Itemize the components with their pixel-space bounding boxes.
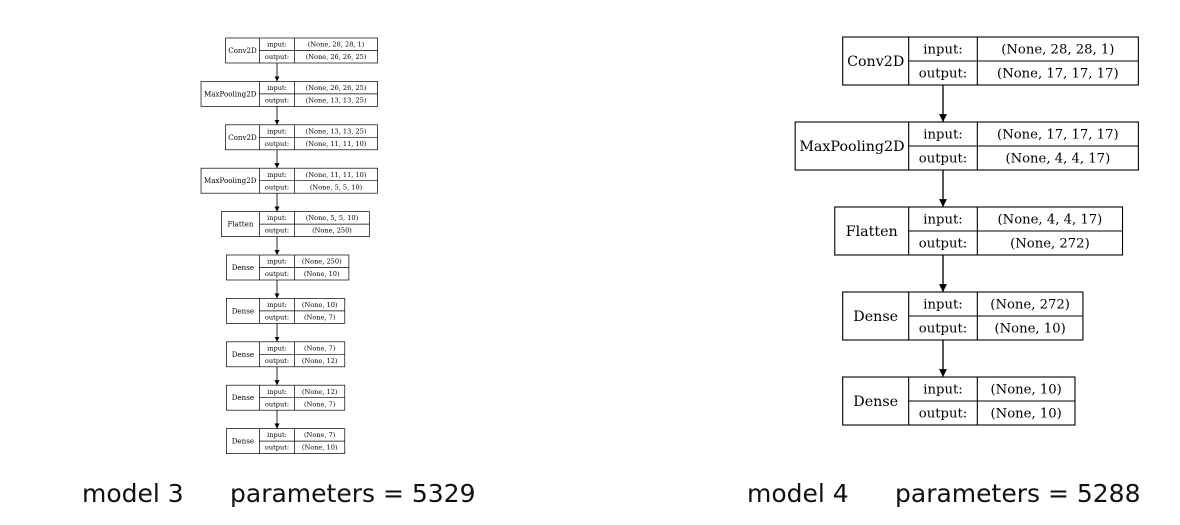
- layer-node: Dense input: output: (None, 7) (None, 12): [226, 341, 346, 368]
- input-shape-value: (None, 10): [991, 383, 1062, 398]
- layer-node: Conv2D input: output: (None, 28, 28, 1) (Non…: [842, 36, 1139, 86]
- layer-type-label: Dense: [232, 306, 254, 315]
- input-shape-value: (None, 7): [304, 431, 336, 439]
- output-shape-value: (None, 10): [991, 407, 1062, 422]
- input-shape-value: (None, 17, 17, 17): [997, 128, 1119, 143]
- layer-node: Dense input: output: (None, 10) (None, 7): [226, 298, 346, 324]
- input-port-label: input:: [923, 128, 962, 143]
- layer-node: Dense input: output: (None, 250) (None, 10): [226, 254, 350, 281]
- layer-node: Flatten input: output: (None, 4, 4, 17) (Non…: [834, 206, 1124, 256]
- output-port-label: output:: [919, 67, 967, 82]
- input-shape-value: (None, 26, 26, 25): [306, 84, 367, 92]
- output-shape-value: (None, 10): [304, 270, 340, 278]
- output-shape-value: (None, 26, 26, 25): [306, 53, 367, 61]
- layer-node: MaxPooling2D input: output: (None, 11, 11, …: [200, 167, 378, 194]
- model-3-name: model 3: [82, 479, 184, 508]
- layer-node: Dense input: output: (None, 272) (None, 10): [842, 291, 1084, 341]
- input-port-label: input:: [267, 171, 287, 179]
- output-shape-value: (None, 7): [304, 313, 336, 321]
- input-shape-value: (None, 272): [990, 298, 1070, 313]
- input-port-label: input:: [267, 388, 287, 396]
- input-port-label: input:: [267, 301, 287, 309]
- output-port-label: output:: [265, 313, 289, 321]
- input-shape-value: (None, 7): [304, 344, 336, 352]
- layer-node: MaxPooling2D input: output: (None, 17, 17, …: [794, 121, 1139, 171]
- input-port-label: input:: [923, 383, 962, 398]
- model-4-diagram: Conv2D input: output: (None, 28, 28, 1) (Non…: [794, 36, 1139, 426]
- layer-type-label: Dense: [853, 309, 898, 325]
- layer-type-label: Flatten: [227, 220, 253, 229]
- layer-type-label: Dense: [232, 263, 254, 272]
- output-port-label: output:: [265, 140, 289, 148]
- layer-node: Conv2D input: output: (None, 28, 28, 1) (Non…: [225, 37, 378, 64]
- input-shape-value: (None, 4, 4, 17): [998, 213, 1103, 228]
- output-shape-value: (None, 12): [302, 357, 338, 365]
- layer-type-label: Conv2D: [228, 46, 257, 55]
- input-port-label: input:: [267, 84, 287, 92]
- input-port-label: input:: [267, 258, 287, 266]
- output-shape-value: (None, 13, 13, 25): [306, 96, 367, 104]
- output-shape-value: (None, 10): [302, 444, 338, 452]
- input-port-label: input:: [923, 43, 962, 58]
- layer-node: Conv2D input: output: (None, 13, 13, 25) (No…: [225, 124, 378, 151]
- output-shape-value: (None, 17, 17, 17): [997, 67, 1119, 82]
- output-port-label: output:: [265, 357, 289, 365]
- input-port-label: input:: [923, 298, 962, 313]
- layer-type-label: Flatten: [846, 224, 898, 240]
- output-shape-value: (None, 4, 4, 17): [1005, 152, 1110, 167]
- model-4-parameters: parameters = 5288: [895, 479, 1140, 508]
- layer-type-label: Dense: [232, 437, 254, 446]
- layer-type-label: Dense: [232, 350, 254, 359]
- layer-type-label: Dense: [232, 393, 254, 402]
- output-port-label: output:: [919, 407, 967, 422]
- layer-type-label: Conv2D: [847, 54, 904, 70]
- layer-type-label: MaxPooling2D: [204, 176, 257, 185]
- input-port-label: input:: [267, 41, 287, 49]
- layer-node: MaxPooling2D input: output: (None, 26, 26, …: [200, 81, 378, 107]
- layer-type-label: Conv2D: [228, 133, 257, 142]
- input-port-label: input:: [267, 214, 287, 222]
- output-shape-value: (None, 7): [304, 400, 336, 408]
- layer-type-label: MaxPooling2D: [204, 89, 257, 98]
- input-port-label: input:: [923, 213, 962, 228]
- output-port-label: output:: [265, 444, 289, 452]
- output-port-label: output:: [919, 152, 967, 167]
- layer-node: Dense input: output: (None, 10) (None, 10): [842, 376, 1076, 426]
- model-4-name: model 4: [747, 479, 849, 508]
- output-shape-value: (None, 5, 5, 10): [310, 183, 363, 191]
- output-port-label: output:: [265, 227, 289, 235]
- output-port-label: output:: [265, 183, 289, 191]
- input-shape-value: (None, 28, 28, 1): [1001, 43, 1114, 58]
- output-port-label: output:: [265, 400, 289, 408]
- layer-type-label: Dense: [853, 394, 898, 410]
- layer-node: Flatten input: output: (None, 5, 5, 10) (Non…: [221, 211, 370, 237]
- input-shape-value: (None, 5, 5, 10): [306, 214, 359, 222]
- input-shape-value: (None, 250): [302, 258, 342, 266]
- input-port-label: input:: [267, 431, 287, 439]
- input-shape-value: (None, 10): [302, 301, 338, 309]
- layer-node: Dense input: output: (None, 12) (None, 7): [226, 384, 346, 411]
- layer-type-label: MaxPooling2D: [799, 139, 904, 155]
- output-port-label: output:: [265, 53, 289, 61]
- output-port-label: output:: [919, 237, 967, 252]
- output-shape-value: (None, 11, 11, 10): [306, 140, 367, 148]
- output-shape-value: (None, 10): [995, 322, 1066, 337]
- input-port-label: input:: [267, 344, 287, 352]
- input-shape-value: (None, 28, 28, 1): [308, 41, 365, 49]
- model-3-diagram: Conv2D input: output: (None, 28, 28, 1) (Non…: [200, 37, 378, 454]
- layer-node: Dense input: output: (None, 7) (None, 10): [226, 428, 346, 454]
- input-port-label: input:: [267, 127, 287, 135]
- output-shape-value: (None, 272): [1010, 237, 1090, 252]
- input-shape-value: (None, 12): [302, 388, 338, 396]
- output-shape-value: (None, 250): [312, 227, 352, 235]
- output-port-label: output:: [265, 270, 289, 278]
- output-port-label: output:: [919, 322, 967, 337]
- model-diagrams: Conv2D input: output: (None, 28, 28, 1) (Non…: [82, 36, 1140, 508]
- output-port-label: output:: [265, 96, 289, 104]
- input-shape-value: (None, 13, 13, 25): [306, 127, 367, 135]
- model-3-parameters: parameters = 5329: [230, 479, 475, 508]
- input-shape-value: (None, 11, 11, 10): [306, 171, 367, 179]
